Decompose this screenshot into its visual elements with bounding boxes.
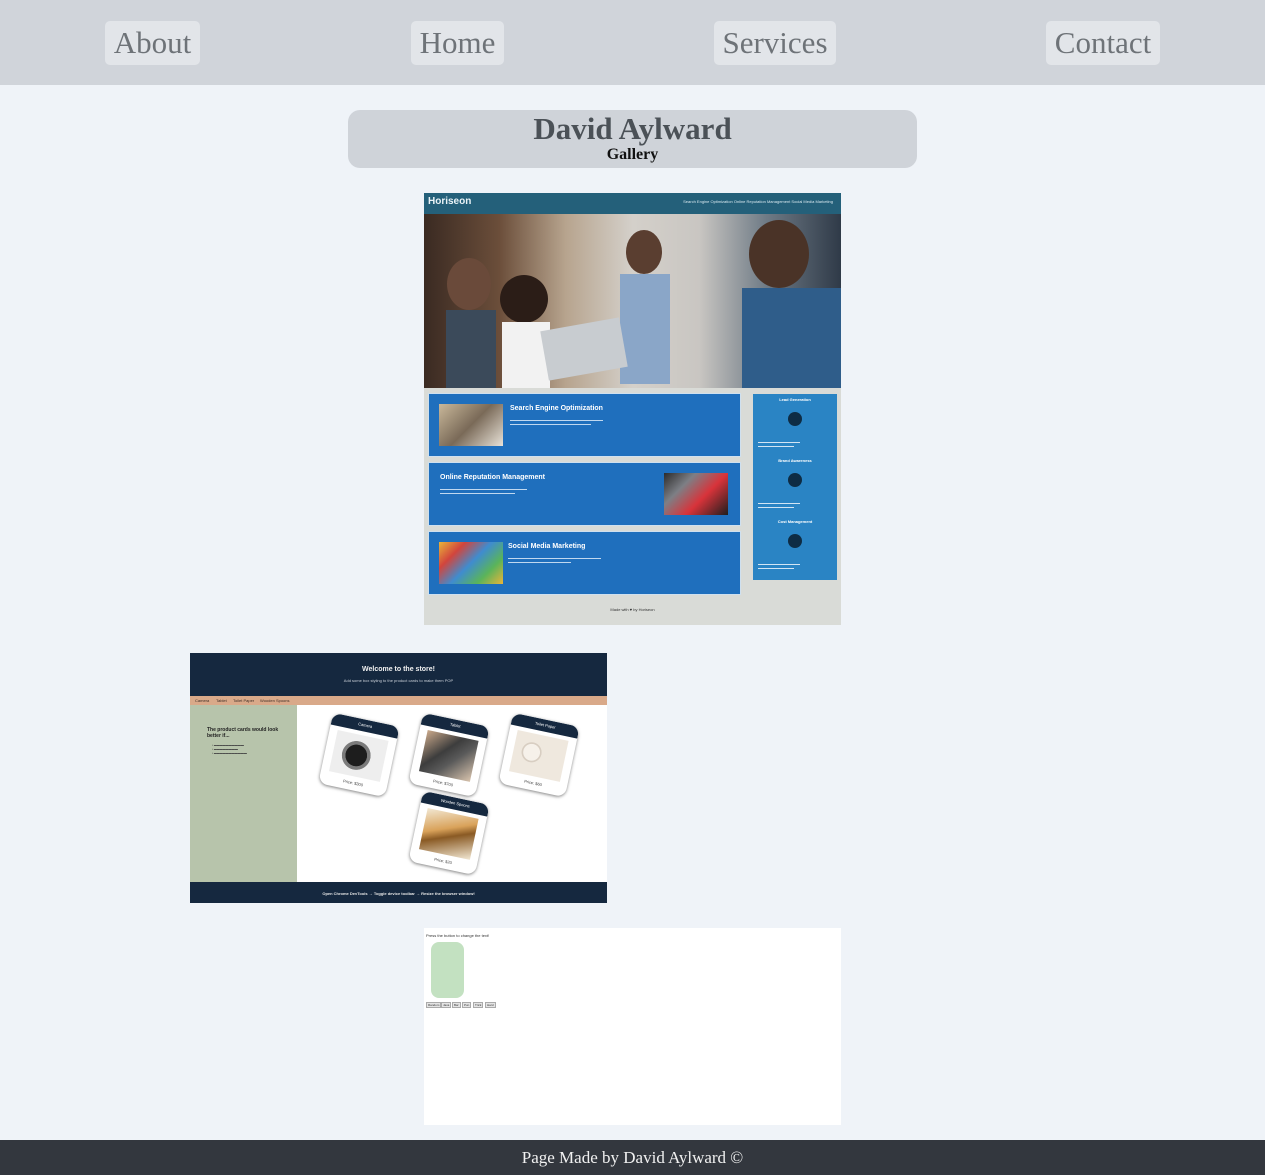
store-subtitle: Add some box styling to the product card… bbox=[343, 678, 454, 683]
side-title: Cost Management bbox=[777, 519, 813, 524]
side-text: ▬▬▬▬▬▬▬▬▬▬▬▬▬▬ ▬▬▬▬▬▬▬▬▬▬▬▬ bbox=[758, 501, 800, 509]
lead-generation-icon bbox=[788, 412, 802, 426]
horiseon-card-seo: Search Engine Optimization ▬▬▬▬▬▬▬▬▬▬▬▬▬… bbox=[428, 393, 741, 457]
tablet-image bbox=[418, 730, 479, 782]
store-nav-item: Toilet Paper bbox=[233, 698, 255, 703]
page-header: David Aylward Gallery bbox=[348, 110, 917, 168]
brand-awareness-icon bbox=[788, 473, 802, 487]
store-sidebar-title: The product cards would look better if..… bbox=[207, 727, 279, 739]
product-card-wooden-spoons: Wooden Spoons Price: $20 bbox=[408, 790, 490, 876]
card-title: Social Media Marketing bbox=[508, 543, 586, 550]
hero-people-illustration bbox=[446, 220, 841, 388]
horiseon-header: Horiseon Search Engine Optimization Onli… bbox=[424, 193, 841, 214]
card-body-lines: ▬▬▬▬▬▬▬▬▬▬▬▬▬▬▬▬▬▬▬▬▬▬▬▬▬▬▬▬▬▬▬▬▬▬▬▬▬▬▬▬… bbox=[440, 487, 527, 495]
product-card-camera: Camera Price: $300 bbox=[318, 712, 400, 798]
card-body-lines: ▬▬▬▬▬▬▬▬▬▬▬▬▬▬▬▬▬▬▬▬▬▬▬▬▬▬▬▬▬▬▬▬▬▬▬▬▬▬▬▬… bbox=[510, 418, 603, 426]
joke-button bbox=[431, 942, 464, 998]
cost-management-icon bbox=[788, 534, 802, 548]
store-nav-item: Wooden Spoons bbox=[260, 698, 290, 703]
horiseon-footer: Made with ♥ by Horiseon bbox=[610, 607, 655, 612]
store-nav-item: Tablet bbox=[216, 698, 227, 703]
joke-tab: Bar bbox=[452, 1002, 461, 1008]
store-title: Welcome to the store! bbox=[362, 666, 435, 673]
joke-question: Press the button to change the text! bbox=[426, 933, 490, 938]
horiseon-card-orm: Online Reputation Management ▬▬▬▬▬▬▬▬▬▬▬… bbox=[428, 462, 741, 526]
page-subtitle: Gallery bbox=[606, 146, 659, 163]
gallery-image-joke[interactable]: Press the button to change the text! Ran… bbox=[424, 928, 841, 1125]
page-title: David Aylward bbox=[533, 111, 732, 146]
product-card-toilet-paper: Toilet Paper Price: $60 bbox=[498, 712, 580, 798]
smm-thumbnail bbox=[439, 542, 503, 584]
horiseon-nav-links: Search Engine Optimization Online Reputa… bbox=[683, 199, 833, 204]
nav-home-button[interactable]: Home bbox=[411, 21, 504, 65]
side-title: Brand Awareness bbox=[778, 458, 812, 463]
nav-services-button[interactable]: Services bbox=[714, 21, 836, 65]
horiseon-body: Search Engine Optimization ▬▬▬▬▬▬▬▬▬▬▬▬▬… bbox=[424, 388, 841, 625]
store-header: Welcome to the store! Add some box styli… bbox=[190, 653, 607, 696]
store-footer: Open Chrome DevTools → Toggle device too… bbox=[190, 882, 607, 903]
joke-tab: Hard bbox=[485, 1002, 496, 1008]
joke-tab: Random bbox=[426, 1002, 442, 1008]
joke-tab: Pun bbox=[462, 1002, 472, 1008]
seo-thumbnail bbox=[439, 404, 503, 446]
card-title: Search Engine Optimization bbox=[510, 405, 603, 412]
horiseon-hero-image bbox=[424, 214, 841, 388]
card-body-lines: ▬▬▬▬▬▬▬▬▬▬▬▬▬▬▬▬▬▬▬▬▬▬▬▬▬▬▬▬▬▬▬▬▬▬▬▬▬▬▬▬… bbox=[508, 556, 601, 564]
orm-thumbnail bbox=[664, 473, 728, 515]
wooden-spoons-image bbox=[418, 808, 479, 860]
side-text: ▬▬▬▬▬▬▬▬▬▬▬▬▬▬ ▬▬▬▬▬▬▬▬▬▬▬▬ bbox=[758, 440, 800, 448]
product-card-tablet: Tablet Price: $700 bbox=[408, 712, 490, 798]
nav-about-button[interactable]: About bbox=[105, 21, 200, 65]
nav-contact-button[interactable]: Contact bbox=[1046, 21, 1160, 65]
joke-tab: Trick bbox=[473, 1002, 484, 1008]
side-text: ▬▬▬▬▬▬▬▬▬▬▬▬▬▬ ▬▬▬▬▬▬▬▬▬▬▬▬ bbox=[758, 562, 800, 570]
toilet-paper-image bbox=[508, 730, 569, 782]
store-products: Camera Price: $300 Tablet Price: $700 To… bbox=[297, 705, 607, 882]
store-sidebar: The product cards would look better if..… bbox=[190, 705, 297, 882]
camera-image bbox=[328, 730, 389, 782]
horiseon-logo: Horiseon bbox=[428, 196, 472, 207]
gallery-image-horiseon[interactable]: Horiseon Search Engine Optimization Onli… bbox=[424, 193, 841, 625]
joke-tab: Java bbox=[441, 1002, 452, 1008]
top-nav: About Home Services Contact bbox=[0, 0, 1265, 85]
horiseon-sidebar: Lead Generation ▬▬▬▬▬▬▬▬▬▬▬▬▬▬ ▬▬▬▬▬▬▬▬▬▬… bbox=[753, 394, 837, 580]
store-nav-item: Camera bbox=[195, 698, 210, 703]
card-title: Online Reputation Management bbox=[440, 474, 546, 481]
page-footer: Page Made by David Aylward © bbox=[0, 1140, 1265, 1175]
side-title: Lead Generation bbox=[779, 397, 811, 402]
store-footer-text: Open Chrome DevTools → Toggle device too… bbox=[322, 891, 475, 896]
horiseon-card-smm: Social Media Marketing ▬▬▬▬▬▬▬▬▬▬▬▬▬▬▬▬▬… bbox=[428, 531, 741, 595]
gallery-image-store[interactable]: Welcome to the store! Add some box styli… bbox=[190, 653, 607, 903]
store-nav: Camera Tablet Toilet Paper Wooden Spoons bbox=[190, 696, 607, 705]
footer-text: Page Made by David Aylward © bbox=[521, 1148, 744, 1167]
store-sidebar-list: • ▬▬▬▬▬▬▬▬▬▬ • ▬▬▬▬▬▬▬▬ • ▬▬▬▬▬▬▬▬▬▬▬ bbox=[212, 743, 247, 755]
